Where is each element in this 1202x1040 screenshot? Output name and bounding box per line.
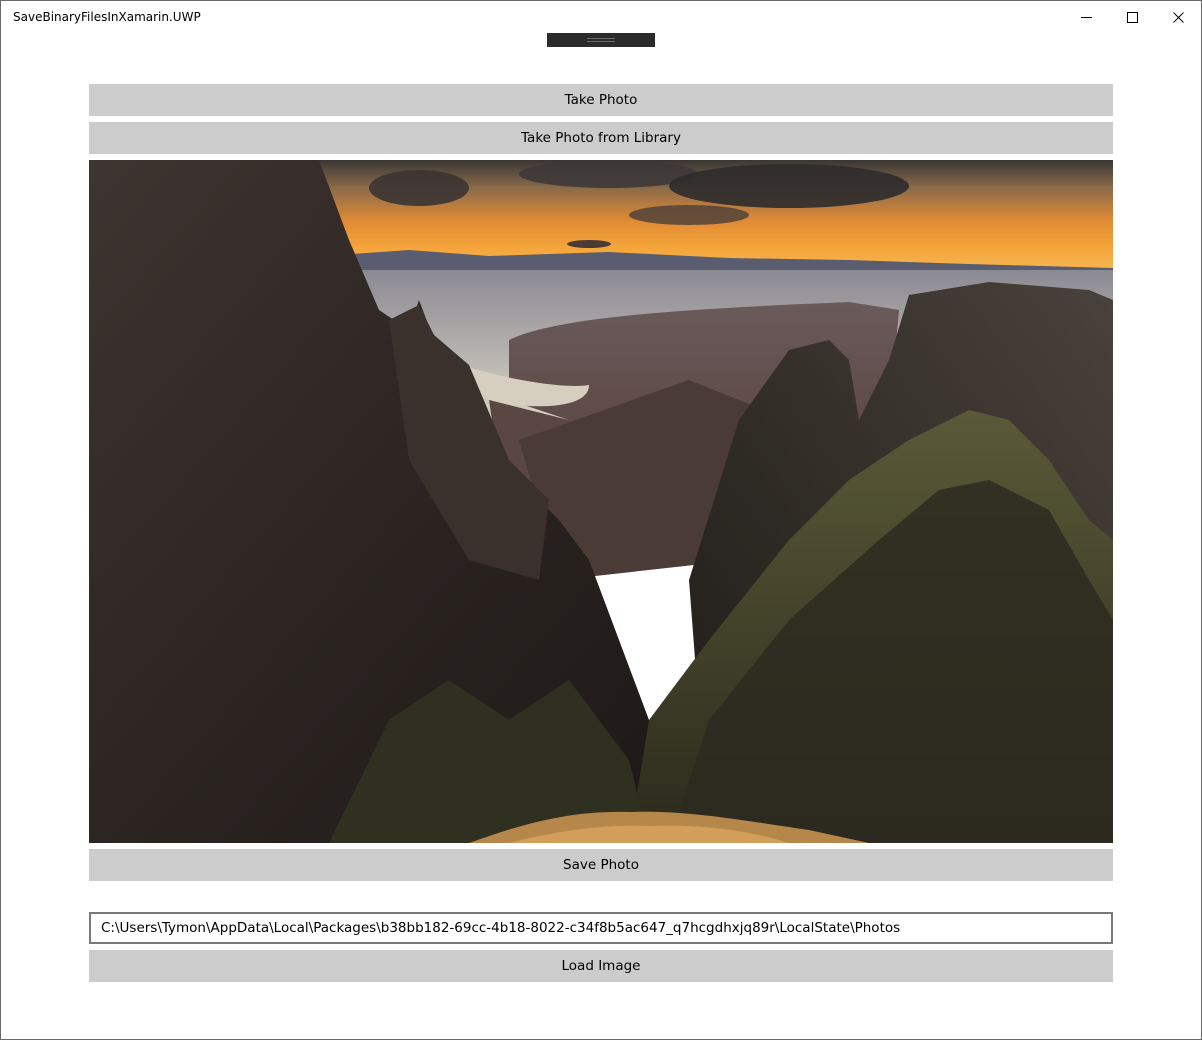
app-window: SaveBinaryFilesInXamarin.UWP Take Photo … [0,0,1202,1040]
maximize-button[interactable] [1109,1,1155,33]
take-photo-from-library-button[interactable]: Take Photo from Library [89,122,1113,154]
drag-handle[interactable] [547,33,655,47]
save-photo-button[interactable]: Save Photo [89,849,1113,881]
maximize-icon [1126,11,1138,23]
minimize-button[interactable] [1063,1,1109,33]
grip-line [587,38,615,39]
take-photo-button[interactable]: Take Photo [89,84,1113,116]
title-bar[interactable]: SaveBinaryFilesInXamarin.UWP [1,1,1201,33]
window-title: SaveBinaryFilesInXamarin.UWP [13,10,201,24]
file-path-input[interactable] [89,912,1113,944]
landscape-photo [89,160,1113,843]
minimize-icon [1080,12,1092,23]
grip-line [587,41,615,42]
photo-preview [89,160,1113,843]
close-icon [1172,11,1184,23]
close-button[interactable] [1155,1,1201,33]
load-image-button[interactable]: Load Image [89,950,1113,982]
